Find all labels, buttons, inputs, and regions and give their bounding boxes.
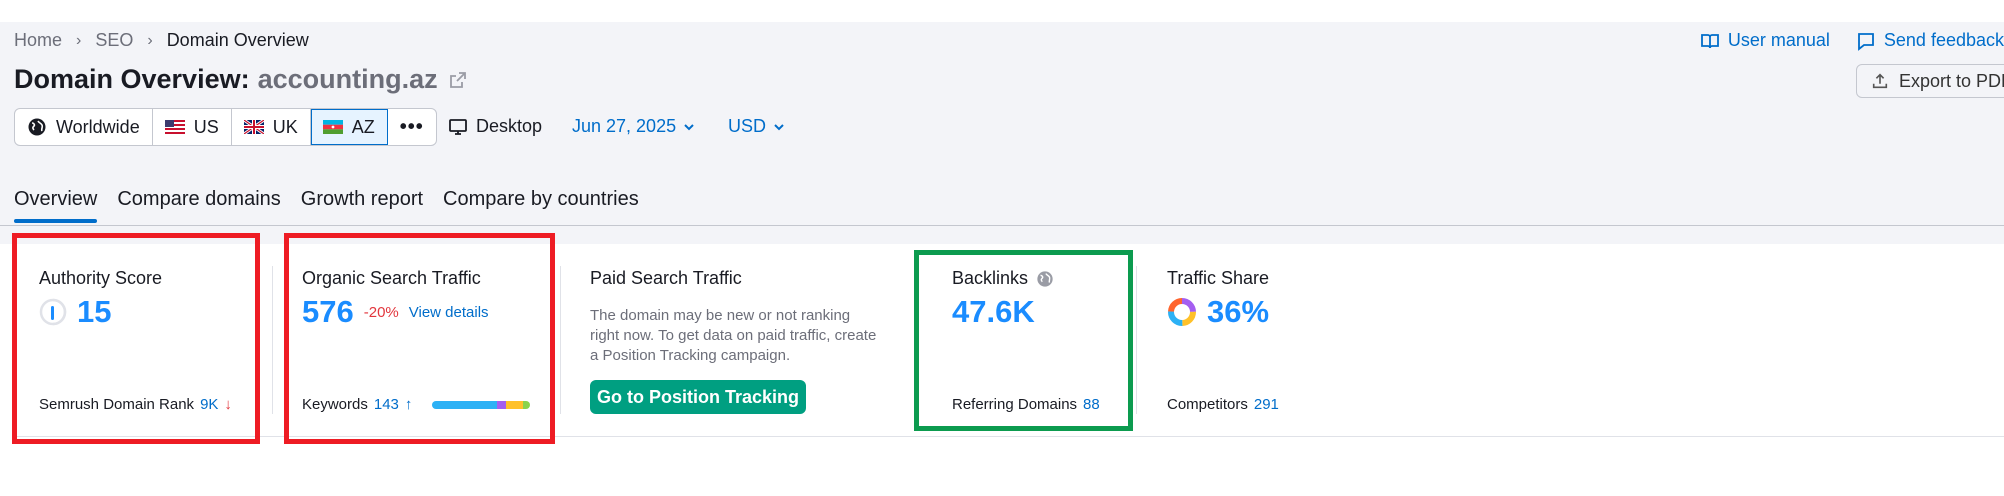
competitors-row: Competitors 291 [1167, 396, 1279, 413]
paid-traffic-card: Paid Search Traffic The domain may be ne… [590, 244, 890, 436]
tab-overview[interactable]: Overview [14, 188, 98, 223]
db-us-button[interactable]: US [153, 109, 232, 145]
card-divider [1136, 266, 1137, 414]
chevron-right-icon: › [76, 31, 82, 49]
breadcrumb: Home › SEO › Domain Overview [14, 30, 309, 51]
chevron-down-icon [774, 123, 784, 130]
user-manual-link[interactable]: User manual [1700, 30, 1830, 51]
export-pdf-button[interactable]: Export to PDF [1856, 64, 2004, 98]
az-flag-icon [322, 120, 343, 134]
competitors-value[interactable]: 291 [1254, 396, 1279, 413]
date-selector[interactable]: Jun 27, 2025 [572, 116, 696, 137]
db-uk-label: UK [272, 116, 298, 137]
more-databases-button[interactable]: ••• [388, 109, 436, 145]
paid-traffic-message: The domain may be new or not ranking rig… [590, 307, 877, 364]
more-dots-icon: ••• [399, 115, 424, 138]
breadcrumb-current: Domain Overview [166, 30, 309, 50]
uk-flag-icon [243, 120, 264, 134]
book-icon [1700, 33, 1719, 48]
header-links: User manual Send feedback [1700, 30, 2004, 51]
db-az-label: AZ [351, 116, 375, 137]
chevron-right-icon: › [147, 31, 153, 49]
domain-name: accounting.az [257, 64, 438, 94]
db-uk-button[interactable]: UK [232, 109, 311, 145]
tabs-divider [0, 225, 2004, 226]
traffic-share-card[interactable]: Traffic Share 36% Competitors 291 [1167, 244, 1417, 436]
device-label: Desktop [476, 116, 543, 136]
breadcrumb-home[interactable]: Home [14, 30, 62, 51]
competitors-label: Competitors [1167, 396, 1248, 413]
highlight-box-authority [12, 233, 260, 444]
external-link-icon[interactable] [448, 70, 468, 90]
traffic-share-title: Traffic Share [1167, 268, 1270, 288]
paid-traffic-title: Paid Search Traffic [590, 268, 742, 288]
export-pdf-label: Export to PDF [1899, 70, 2004, 91]
desktop-icon [449, 118, 467, 135]
donut-chart-icon [1168, 298, 1196, 326]
report-tabs: Overview Compare domains Growth report C… [14, 188, 639, 223]
traffic-share-value: 36% [1207, 294, 1270, 329]
card-divider [560, 266, 561, 414]
database-selector: Worldwide US UK AZ ••• [14, 108, 437, 146]
tab-compare-by-countries[interactable]: Compare by countries [443, 188, 639, 223]
db-us-label: US [193, 116, 219, 137]
send-feedback-link[interactable]: Send feedback [1856, 30, 2004, 51]
highlight-box-organic [284, 233, 555, 444]
title-prefix: Domain Overview: [14, 64, 250, 94]
comment-icon [1858, 32, 1874, 51]
tab-growth-report[interactable]: Growth report [301, 188, 423, 223]
device-selector[interactable]: Desktop [448, 116, 542, 137]
currency-label: USD [728, 116, 767, 136]
breadcrumb-seo[interactable]: SEO [95, 30, 133, 51]
chevron-down-icon [684, 123, 694, 130]
go-to-position-tracking-button[interactable]: Go to Position Tracking [590, 380, 806, 414]
user-manual-label: User manual [1727, 30, 1830, 50]
card-divider [272, 266, 273, 414]
date-label: Jun 27, 2025 [572, 116, 677, 136]
globe-icon [28, 118, 46, 136]
traffic-share-value-row: 36% [1167, 294, 1269, 330]
send-feedback-label: Send feedback [1883, 30, 2004, 50]
page-title: Domain Overview: accounting.az [14, 64, 468, 95]
db-az-button[interactable]: AZ [310, 109, 388, 145]
tab-compare-domains[interactable]: Compare domains [117, 188, 280, 223]
upload-icon [1872, 73, 1888, 89]
db-worldwide-button[interactable]: Worldwide [15, 109, 153, 145]
db-worldwide-label: Worldwide [56, 116, 140, 137]
highlight-box-backlinks [914, 250, 1133, 431]
us-flag-icon [164, 120, 185, 134]
currency-selector[interactable]: USD [728, 116, 786, 137]
